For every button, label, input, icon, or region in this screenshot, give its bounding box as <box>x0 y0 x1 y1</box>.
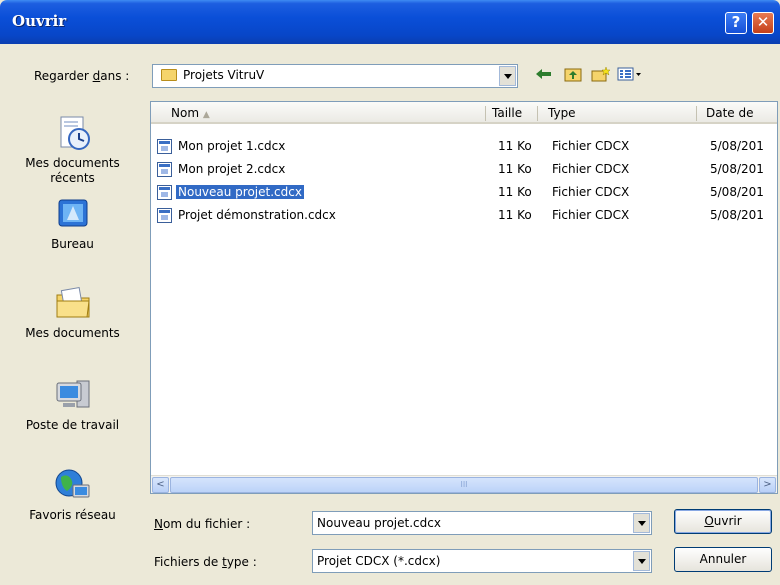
horizontal-scrollbar[interactable]: < III > <box>151 475 777 493</box>
place-network[interactable]: Favoris réseau <box>10 465 135 523</box>
file-row[interactable]: Mon projet 2.cdcx 11 Ko Fichier CDCX 5/0… <box>157 160 777 178</box>
file-name-value[interactable]: Nouveau projet.cdcx <box>317 516 441 530</box>
place-my-computer[interactable]: Poste de travail <box>10 375 135 433</box>
file-name-field[interactable]: Nouveau projet.cdcx <box>312 511 652 535</box>
place-label: Mes documents <box>25 326 120 340</box>
up-folder-icon[interactable] <box>562 66 584 86</box>
back-arrow-icon[interactable] <box>533 66 555 86</box>
desktop-icon <box>53 194 93 234</box>
column-date[interactable]: Date de <box>706 106 754 120</box>
file-row-selected[interactable]: Nouveau projet.cdcx 11 Ko Fichier CDCX 5… <box>157 183 777 201</box>
place-recent-documents[interactable]: Mes documents récents <box>10 113 135 186</box>
column-divider[interactable] <box>485 106 486 121</box>
cdcx-file-icon <box>157 162 172 177</box>
file-row[interactable]: Mon projet 1.cdcx 11 Ko Fichier CDCX 5/0… <box>157 137 777 155</box>
file-size: 11 Ko <box>498 185 532 199</box>
cdcx-file-icon <box>157 208 172 223</box>
cdcx-file-icon <box>157 185 172 200</box>
folder-icon <box>161 69 177 81</box>
scroll-thumb[interactable]: III <box>170 477 758 493</box>
scroll-right-button[interactable]: > <box>759 477 776 493</box>
column-type[interactable]: Type <box>548 106 576 120</box>
file-name: Mon projet 1.cdcx <box>178 139 286 153</box>
my-documents-icon <box>53 283 93 323</box>
file-size: 11 Ko <box>498 162 532 176</box>
file-name-label: Nom du fichier : <box>154 517 251 531</box>
network-places-icon <box>53 465 93 505</box>
file-type: Fichier CDCX <box>552 185 630 199</box>
place-my-documents[interactable]: Mes documents <box>10 283 135 341</box>
file-name: Nouveau projet.cdcx <box>176 185 304 199</box>
column-name[interactable]: Nom ▲ <box>171 106 210 120</box>
open-button[interactable]: Ouvrir <box>674 509 772 534</box>
chevron-down-icon[interactable] <box>633 513 650 533</box>
recent-documents-icon <box>53 113 93 153</box>
column-size[interactable]: Taille <box>492 106 522 120</box>
file-type-dropdown[interactable]: Projet CDCX (*.cdcx) <box>312 549 652 573</box>
place-label: Favoris réseau <box>29 508 116 522</box>
chevron-down-icon[interactable] <box>633 551 650 571</box>
window-title: Ouvrir <box>12 12 67 30</box>
views-menu-icon[interactable] <box>616 66 644 86</box>
look-in-label: Regarder dans : <box>34 69 130 83</box>
place-label: Poste de travail <box>25 418 120 432</box>
chevron-down-icon[interactable] <box>499 66 516 86</box>
file-type: Fichier CDCX <box>552 139 630 153</box>
file-list[interactable]: Nom ▲ Taille Type Date de Mon projet 1.c… <box>150 101 778 494</box>
look-in-value: Projets VitruV <box>183 68 265 82</box>
close-button[interactable]: ✕ <box>752 12 774 34</box>
place-desktop[interactable]: Bureau <box>10 194 135 252</box>
file-row[interactable]: Projet démonstration.cdcx 11 Ko Fichier … <box>157 206 777 224</box>
scroll-left-button[interactable]: < <box>152 477 169 493</box>
column-header: Nom ▲ Taille Type Date de <box>151 102 777 124</box>
file-name: Mon projet 2.cdcx <box>178 162 286 176</box>
file-size: 11 Ko <box>498 208 532 222</box>
file-type-label: Fichiers de type : <box>154 555 257 569</box>
help-button[interactable]: ? <box>725 12 747 34</box>
file-date: 5/08/201 <box>710 208 764 222</box>
file-type: Fichier CDCX <box>552 208 630 222</box>
file-date: 5/08/201 <box>710 185 764 199</box>
file-size: 11 Ko <box>498 139 532 153</box>
cancel-button[interactable]: Annuler <box>674 547 772 572</box>
look-in-dropdown[interactable]: Projets VitruV <box>152 64 518 88</box>
place-label: Bureau <box>51 237 94 251</box>
column-divider[interactable] <box>537 106 538 121</box>
file-type: Fichier CDCX <box>552 162 630 176</box>
place-label: Mes documents récents <box>25 156 120 185</box>
my-computer-icon <box>53 375 93 415</box>
new-folder-icon[interactable] <box>590 66 612 86</box>
file-date: 5/08/201 <box>710 139 764 153</box>
file-type-value: Projet CDCX (*.cdcx) <box>317 554 441 568</box>
file-date: 5/08/201 <box>710 162 764 176</box>
cdcx-file-icon <box>157 139 172 154</box>
sort-ascending-icon: ▲ <box>202 110 210 120</box>
file-name: Projet démonstration.cdcx <box>178 208 336 222</box>
title-bar: Ouvrir ? ✕ <box>0 0 780 44</box>
column-divider[interactable] <box>696 106 697 121</box>
